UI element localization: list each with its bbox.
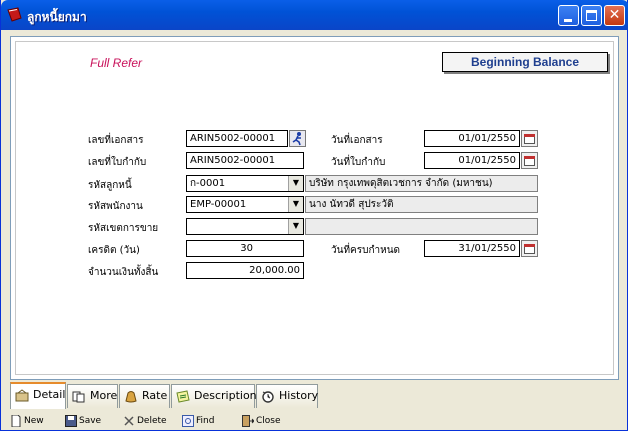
employee-dropdown-icon[interactable]: ▼ bbox=[288, 197, 303, 212]
tab-rate[interactable]: Rate bbox=[119, 384, 170, 408]
area-dropdown-icon[interactable]: ▼ bbox=[288, 219, 303, 234]
tab-history[interactable]: History bbox=[256, 384, 318, 408]
detail-panel-frame: Full Refer Beginning Balance เลขที่เอกสา… bbox=[15, 41, 614, 375]
close-icon: ✕ bbox=[608, 7, 621, 23]
total-label: จำนวนเงินทั้งสิ้น bbox=[88, 267, 159, 278]
area-code-select[interactable]: ▼ bbox=[186, 218, 304, 235]
find-icon bbox=[182, 415, 194, 427]
close-label: Close bbox=[256, 416, 281, 426]
doc-date-label: วันที่เอกสาร bbox=[331, 135, 383, 146]
minimize-icon bbox=[564, 19, 572, 22]
bottom-toolbar: New Save Delete Find Close bbox=[1, 410, 627, 430]
tab-description-label: Description bbox=[194, 389, 257, 402]
employee-code-select[interactable]: EMP-00001 ▼ bbox=[186, 196, 304, 213]
history-tab-icon bbox=[262, 391, 274, 403]
minimize-button[interactable] bbox=[558, 5, 579, 26]
customer-code-select[interactable]: ก-0001 ▼ bbox=[186, 175, 304, 192]
employee-code-value: EMP-00001 bbox=[190, 199, 247, 210]
mode-label: Full Refer bbox=[90, 56, 143, 70]
area-label: รหัสเขตการขาย bbox=[88, 223, 159, 234]
delete-label: Delete bbox=[137, 416, 167, 426]
tab-more-label: More bbox=[90, 389, 118, 402]
doc-no-label: เลขที่เอกสาร bbox=[88, 135, 144, 146]
more-tab-icon bbox=[72, 391, 85, 403]
rate-tab-icon bbox=[125, 391, 137, 403]
customer-label: รหัสลูกหนี้ bbox=[88, 180, 132, 191]
credit-days-field[interactable]: 30 bbox=[186, 240, 304, 257]
due-date-label: วันที่ครบกำหนด bbox=[331, 245, 401, 256]
find-button[interactable]: Find bbox=[182, 415, 215, 427]
customer-code-value: ก-0001 bbox=[190, 178, 226, 189]
detail-panel: Full Refer Beginning Balance เลขที่เอกสา… bbox=[10, 36, 619, 380]
tab-history-label: History bbox=[279, 389, 319, 402]
maximize-icon bbox=[586, 10, 597, 21]
app-icon bbox=[7, 7, 22, 22]
close-form-icon bbox=[242, 415, 254, 427]
delete-icon bbox=[124, 416, 134, 426]
new-icon bbox=[11, 415, 21, 427]
doc-date-calendar-icon[interactable] bbox=[521, 130, 538, 147]
tax-no-label: เลขที่ใบกำกับ bbox=[88, 157, 147, 168]
delete-button[interactable]: Delete bbox=[123, 416, 167, 426]
employee-name-field: นาง นัทวดี สุประวัติ bbox=[305, 196, 538, 213]
customer-name-field: บริษัท กรุงเทพดุสิตเวชการ จำกัด (มหาชน) bbox=[305, 175, 538, 192]
tab-detail[interactable]: Detail bbox=[10, 382, 66, 409]
tab-description[interactable]: Description bbox=[171, 384, 257, 408]
detail-tab-icon bbox=[15, 389, 29, 402]
beginning-balance-badge: Beginning Balance bbox=[442, 52, 608, 72]
new-button[interactable]: New bbox=[10, 415, 44, 427]
area-name-field bbox=[305, 218, 538, 235]
due-date-field[interactable]: 31/01/2550 bbox=[424, 240, 520, 257]
save-icon bbox=[65, 415, 77, 427]
new-label: New bbox=[24, 416, 44, 426]
tab-rate-label: Rate bbox=[142, 389, 168, 402]
description-tab-icon bbox=[176, 390, 190, 403]
tax-date-calendar-icon[interactable] bbox=[521, 152, 538, 169]
doc-no-field[interactable]: ARIN5002-00001 bbox=[186, 130, 288, 147]
doc-date-field[interactable]: 01/01/2550 bbox=[424, 130, 520, 147]
tax-date-label: วันที่ใบกำกับ bbox=[331, 157, 386, 168]
find-label: Find bbox=[196, 416, 215, 426]
title-bar[interactable]: ลูกหนี้ยกมา ✕ bbox=[1, 0, 628, 30]
tab-more[interactable]: More bbox=[67, 384, 118, 408]
save-label: Save bbox=[79, 416, 102, 426]
run-doc-number-icon[interactable] bbox=[289, 130, 306, 147]
window-title: ลูกหนี้ยกมา bbox=[27, 10, 87, 24]
close-window-button[interactable]: ✕ bbox=[604, 5, 625, 26]
app-window: ลูกหนี้ยกมา ✕ Full Refer Beginning Balan… bbox=[0, 0, 628, 431]
total-amount-field[interactable]: 20,000.00 bbox=[186, 262, 304, 279]
maximize-button[interactable] bbox=[581, 5, 602, 26]
tax-date-field[interactable]: 01/01/2550 bbox=[424, 152, 520, 169]
close-button[interactable]: Close bbox=[242, 415, 281, 427]
tax-no-field[interactable]: ARIN5002-00001 bbox=[186, 152, 304, 169]
due-date-calendar-icon[interactable] bbox=[521, 240, 538, 257]
tab-detail-label: Detail bbox=[33, 388, 66, 401]
customer-dropdown-icon[interactable]: ▼ bbox=[288, 176, 303, 191]
employee-label: รหัสพนักงาน bbox=[88, 201, 143, 212]
save-button[interactable]: Save bbox=[65, 415, 102, 427]
credit-label: เครดิต (วัน) bbox=[88, 245, 140, 256]
